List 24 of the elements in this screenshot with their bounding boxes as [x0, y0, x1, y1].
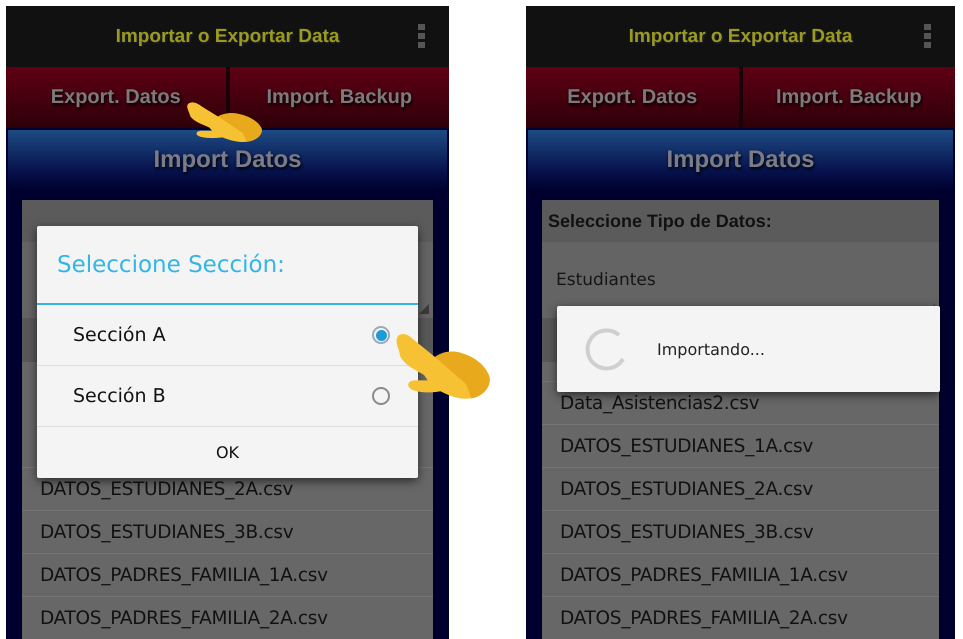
file-list-item[interactable]: DATOS_ESTUDIANES_2A.csv: [542, 467, 939, 510]
tab-button[interactable]: Export. Datos: [6, 67, 226, 128]
radio-button[interactable]: [372, 387, 390, 405]
radio-button[interactable]: [372, 326, 390, 344]
app-title: Importar o Exportar Data: [116, 26, 340, 48]
app-title: Importar o Exportar Data: [628, 26, 852, 48]
tab-button[interactable]: Import. Backup: [742, 67, 955, 128]
dropdown-corner-icon: [419, 304, 429, 314]
panel-header-label: Seleccione Tipo de Datos:: [548, 210, 772, 232]
file-list-item[interactable]: DATOS_ESTUDIANES_3B.csv: [22, 510, 433, 553]
section-title: Import Datos: [153, 146, 302, 174]
file-list-item[interactable]: DATOS_ESTUDIANES_1A.csv: [542, 424, 939, 467]
overflow-menu-icon[interactable]: [924, 24, 931, 48]
file-list-item[interactable]: DATOS_PADRES_FAMILIA_2A.csv: [542, 596, 939, 639]
tab-button[interactable]: Export. Datos: [526, 67, 738, 128]
section-title: Import Datos: [666, 146, 814, 174]
file-list-item[interactable]: DATOS_PADRES_FAMILIA_2A.csv: [22, 596, 433, 639]
file-list-item[interactable]: DATOS_PADRES_FAMILIA_1A.csv: [22, 553, 433, 596]
file-list-item[interactable]: DATOS_PADRES_FAMILIA_1A.csv: [542, 553, 939, 596]
overflow-menu-icon[interactable]: [418, 24, 425, 48]
progress-message: Importando...: [657, 340, 765, 358]
dialog-title: Seleccione Sección:: [57, 252, 285, 278]
file-list-item[interactable]: DATOS_ESTUDIANES_3B.csv: [542, 510, 939, 553]
tab-button[interactable]: Import. Backup: [230, 67, 449, 128]
